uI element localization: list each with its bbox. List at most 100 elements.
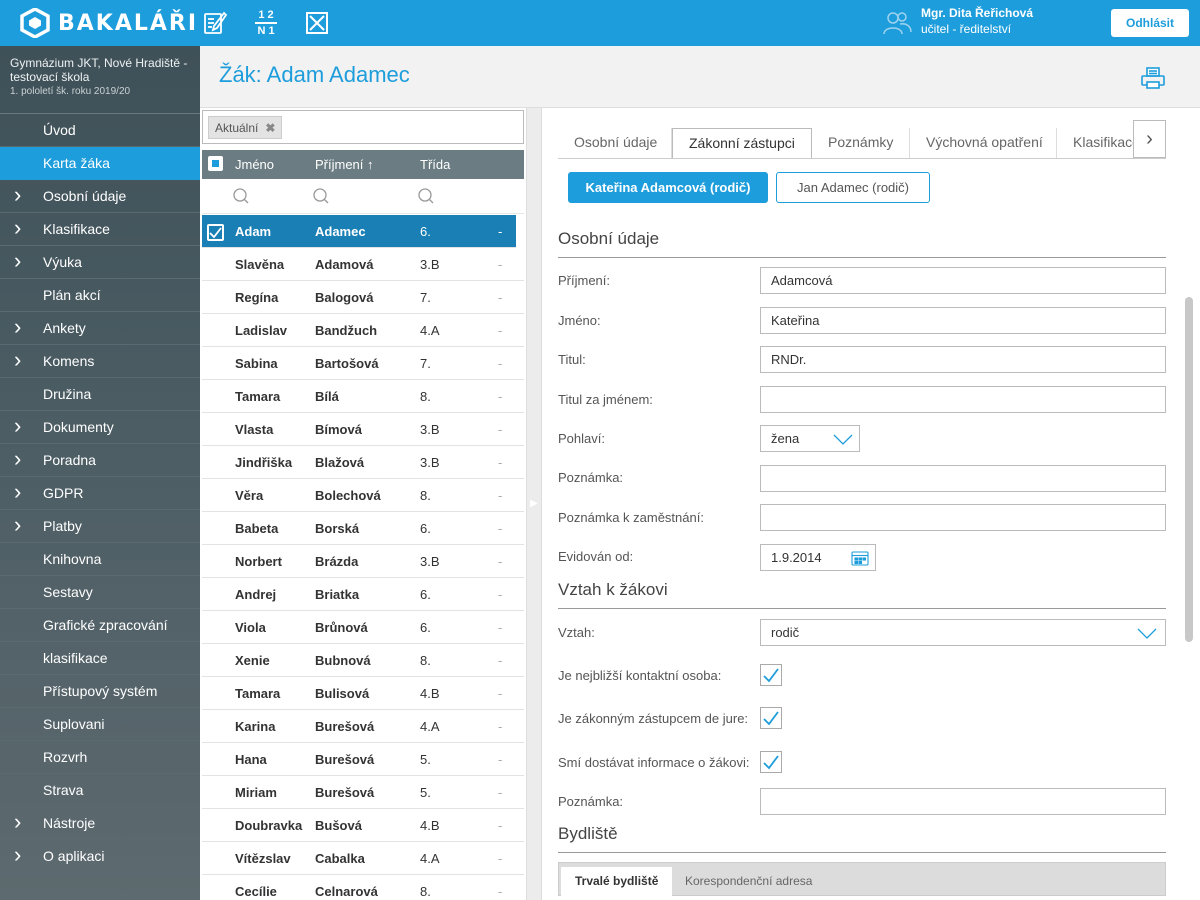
guardian-button-primary[interactable]: Kateřina Adamcová (rodič) [568,172,768,203]
table-row[interactable]: Karina Burešová 4.A - [202,710,524,743]
table-row[interactable]: Xenie Bubnová 8. - [202,644,524,677]
degree-after-field[interactable] [760,386,1166,413]
chevron-right-icon[interactable]: ▶ [530,498,538,509]
sidebar-item[interactable]: Grafické zpracování [0,609,200,642]
cell-class: 6. [420,587,431,602]
sidebar-item[interactable]: Plán akcí [0,279,200,312]
column-header-first-name[interactable]: Jméno [235,157,274,172]
contact-checkbox[interactable] [760,664,782,686]
panel-splitter[interactable]: ▶ [526,108,542,900]
fraction-icon[interactable]: 1 2 N 1 [251,8,281,38]
table-row[interactable]: Norbert Brázda 3.B - [202,545,524,578]
table-row[interactable]: Babeta Borská 6. - [202,512,524,545]
table-row[interactable]: Slavěna Adamová 3.B - [202,248,524,281]
sidebar-item[interactable]: Knihovna [0,543,200,576]
logout-button[interactable]: Odhlásit [1111,9,1189,37]
tab-vychovna-opatreni[interactable]: Výchovná opatření [910,128,1057,158]
crossed-box-icon[interactable] [302,8,332,38]
table-row[interactable]: Tamara Bulisová 4.B - [202,677,524,710]
calendar-icon[interactable] [851,550,869,566]
select-all-checkbox[interactable] [208,156,223,171]
sidebar-item[interactable]: › O aplikaci [0,840,200,873]
sidebar-item[interactable]: Družina [0,378,200,411]
app-logo[interactable]: BAKALÁŘI [20,7,198,39]
sidebar-item[interactable]: › GDPR [0,477,200,510]
table-row[interactable]: Tamara Bílá 8. - [202,380,524,413]
chevron-right-icon[interactable]: › [1133,120,1166,158]
sidebar-item[interactable]: Karta žáka [0,147,200,180]
sidebar-item[interactable]: Rozvrh [0,741,200,774]
sidebar-item[interactable]: › Dokumenty [0,411,200,444]
scrollbar[interactable] [1185,297,1193,642]
tab-poznamky[interactable]: Poznámky [812,128,910,158]
relation-select[interactable]: rodič [760,619,1166,646]
close-icon[interactable]: ✖ [265,121,275,135]
cell-extra: - [498,587,503,602]
search-icon[interactable] [232,187,250,205]
legal-label: Je zákonným zástupcem de jure: [558,711,749,726]
fraction-bottom: N 1 [257,24,275,37]
tab-correspondence-address[interactable]: Korespondenční adresa [671,867,826,897]
job-note-field[interactable] [760,504,1166,531]
registered-date-field[interactable]: 1.9.2014 [760,544,876,571]
pencil-notebook-icon[interactable] [200,8,230,38]
sidebar-item[interactable]: › Osobní údaje [0,180,200,213]
tab-osobni-udaje[interactable]: Osobní údaje [558,128,672,158]
cell-first: Věra [235,488,264,503]
search-icon[interactable] [312,187,330,205]
column-header-last-name[interactable]: Příjmení ↑ [315,157,374,172]
name-field[interactable]: Kateřina [760,307,1166,334]
sidebar-item[interactable]: › Ankety [0,312,200,345]
cell-class: 3.B [420,422,440,437]
guardian-button-secondary[interactable]: Jan Adamec (rodič) [776,172,930,203]
relation-note-field[interactable] [760,788,1166,815]
table-row[interactable]: Hana Burešová 5. - [202,743,524,776]
sidebar-item[interactable]: › Klasifikace [0,213,200,246]
cell-last: Bolechová [315,488,381,503]
note-field[interactable] [760,465,1166,492]
tab-zakonni-zastupci[interactable]: Zákonní zástupci [672,128,812,158]
info-checkbox[interactable] [760,751,782,773]
table-row[interactable]: Vlasta Bímová 3.B - [202,413,524,446]
table-row[interactable]: Miriam Burešová 5. - [202,776,524,809]
surname-field[interactable]: Adamcová [760,267,1166,294]
sidebar-item[interactable]: Přístupový systém [0,675,200,708]
school-name: Gymnázium JKT, Nové Hradiště - testovací… [10,56,188,84]
degree-field[interactable]: RNDr. [760,346,1166,373]
table-row[interactable]: Andrej Briatka 6. - [202,578,524,611]
table-row[interactable]: Vítězslav Cabalka 4.A - [202,842,524,875]
legal-checkbox[interactable] [760,707,782,729]
sidebar-item[interactable]: › Nástroje [0,807,200,840]
chevron-down-icon [833,434,853,445]
cell-last: Bartošová [315,356,379,371]
table-row[interactable]: Věra Bolechová 8. - [202,479,524,512]
table-row[interactable]: Doubravka Bušová 4.B - [202,809,524,842]
table-row[interactable]: Regína Balogová 7. - [202,281,524,314]
tab-permanent-address[interactable]: Trvalé bydliště [561,867,673,897]
sidebar-item[interactable]: › Poradna [0,444,200,477]
sidebar-item-label: Grafické zpracování [43,617,168,633]
sidebar-item[interactable]: Sestavy [0,576,200,609]
column-header-class[interactable]: Třída [420,157,450,172]
table-row[interactable]: Adam Adamec 6. - [202,215,516,248]
table-row[interactable]: Sabina Bartošová 7. - [202,347,524,380]
search-icon[interactable] [417,187,435,205]
print-icon[interactable] [1140,66,1166,90]
registered-label: Evidován od: [558,549,634,564]
sidebar-item[interactable]: › Výuka [0,246,200,279]
filter-chip[interactable]: Aktuální ✖ [208,116,283,139]
sidebar-item[interactable]: Strava [0,774,200,807]
sidebar-item[interactable]: klasifikace [0,642,200,675]
cell-first: Ladislav [235,323,288,338]
filter-input[interactable]: Aktuální ✖ [202,110,524,144]
gender-select[interactable]: žena [760,425,860,452]
sidebar-item[interactable]: › Komens [0,345,200,378]
sidebar-item[interactable]: Úvod [0,114,200,147]
table-row[interactable]: Viola Brůnová 6. - [202,611,524,644]
sidebar-item[interactable]: Suplovani [0,708,200,741]
table-row[interactable]: Cecílie Celnarová 8. - [202,875,524,900]
row-checkbox[interactable] [207,224,224,241]
table-row[interactable]: Ladislav Bandžuch 4.A - [202,314,524,347]
table-row[interactable]: Jindřiška Blažová 3.B - [202,446,524,479]
sidebar-item[interactable]: › Platby [0,510,200,543]
